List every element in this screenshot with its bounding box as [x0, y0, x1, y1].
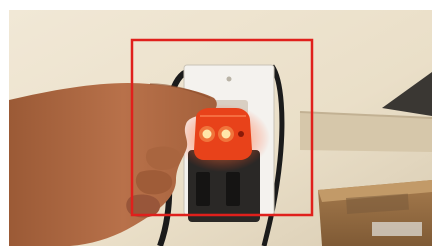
photo-scene — [0, 0, 432, 246]
receptacle-slot — [226, 172, 240, 206]
indicator-light-off — [238, 131, 244, 137]
finger — [145, 146, 182, 170]
receptacle-slot — [196, 172, 210, 206]
box-label — [372, 222, 422, 236]
indicator-light-halo — [218, 126, 234, 142]
cover-screw — [226, 76, 232, 82]
finger — [135, 170, 173, 195]
indicator-light-halo — [199, 126, 215, 142]
